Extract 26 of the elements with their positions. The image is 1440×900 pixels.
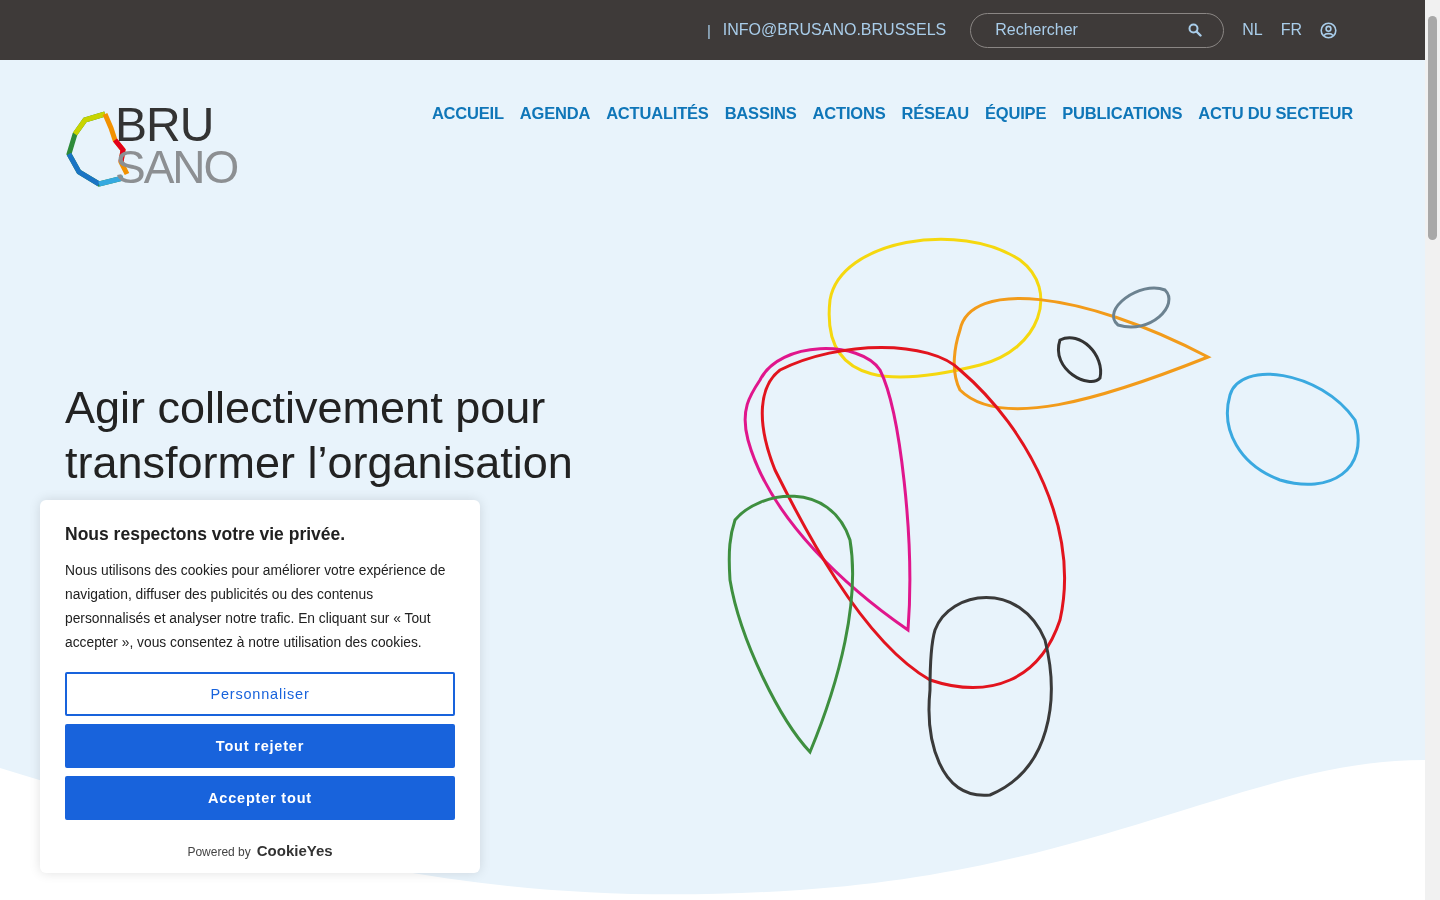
scrollbar-thumb[interactable] <box>1428 16 1437 240</box>
hero-heading: Agir collectivement pour transformer l’organisation <box>65 381 574 490</box>
language-link[interactable]: FR <box>1280 21 1302 39</box>
brand-logo[interactable]: CookieYes <box>256 842 333 859</box>
language-link[interactable]: NL <box>1242 21 1263 39</box>
nav-link[interactable]: ACTIONS <box>812 104 886 194</box>
nav-link[interactable]: ACTUALITÉS <box>606 104 709 194</box>
nav-link[interactable]: AGENDA <box>519 104 591 194</box>
consent-button[interactable]: Tout rejeter <box>65 724 455 768</box>
nav-link[interactable]: ACTU DU SECTEUR <box>1198 104 1353 194</box>
search-field[interactable]: Rechercher <box>970 12 1225 48</box>
nav-link[interactable]: BASSINS <box>724 104 797 194</box>
consent-button[interactable]: Personnaliser <box>65 672 455 716</box>
nav-link[interactable]: ÉQUIPE <box>985 104 1047 194</box>
banner-text: Nous utilisons des cookies pour améliorer votre expérience de navigation, diffuser des publicités ou des contenus personnalisés et analyser notre trafic. En cliquant sur « Tout accepter », vous consentez à notre utilisation des cookies. <box>65 562 447 652</box>
nav-link[interactable]: RÉSEAU <box>901 104 970 194</box>
powered-by-text: Powered by <box>187 845 251 859</box>
separator: | <box>706 21 711 39</box>
nav-link[interactable]: PUBLICATIONS <box>1062 104 1183 194</box>
user-icon[interactable] <box>1320 21 1337 39</box>
nav-link[interactable]: ACCUEIL <box>431 104 504 194</box>
consent-button[interactable]: Accepter tout <box>65 776 455 820</box>
banner-title: Nous respectons votre vie privée. <box>65 524 347 545</box>
search-icon[interactable] <box>1188 22 1203 37</box>
email-link[interactable]: INFO@BRUSANO.BRUSSELS <box>722 21 947 39</box>
scrollbar[interactable] <box>1425 0 1440 900</box>
